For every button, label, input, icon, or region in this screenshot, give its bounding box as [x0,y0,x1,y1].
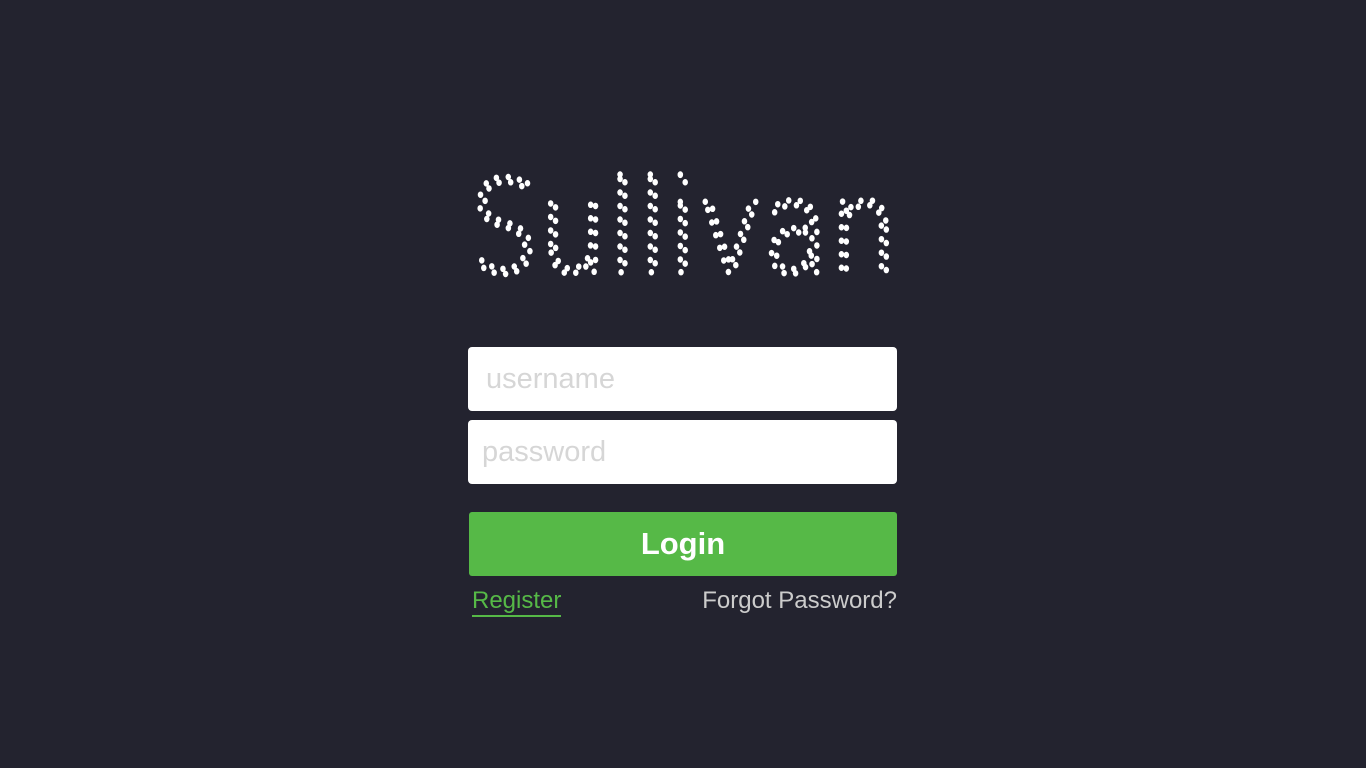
login-button[interactable]: Login [469,512,897,576]
username-input[interactable] [468,347,897,411]
forgot-password-link[interactable]: Forgot Password? [702,588,897,614]
logo-text: Sullivan [470,168,898,288]
password-input[interactable] [468,420,897,484]
login-screen: Sullivan Login Register Forgot Password? [0,0,1366,768]
sullivan-logo: Sullivan [470,168,901,288]
register-link[interactable]: Register [472,588,562,617]
